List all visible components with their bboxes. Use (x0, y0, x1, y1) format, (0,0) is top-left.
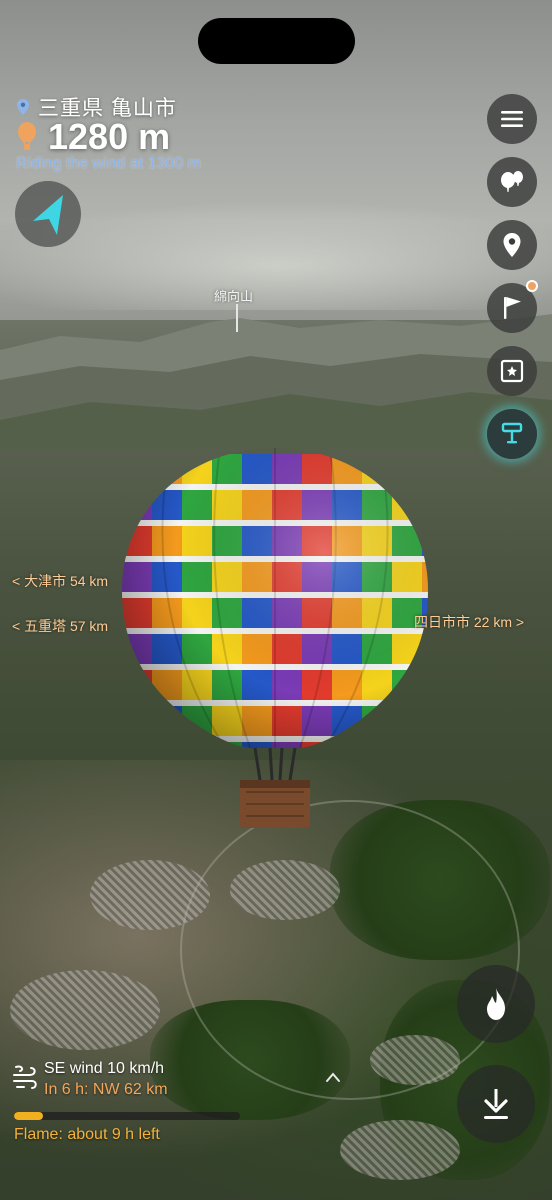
photo-frame-icon (500, 359, 524, 383)
camera-notch (198, 18, 355, 64)
location-button[interactable] (487, 220, 537, 270)
fuel-progress-bar (14, 1112, 240, 1120)
peak-label: 綿向山 (214, 289, 254, 304)
flame-remaining: Flame: about 9 h left (14, 1126, 160, 1143)
fuel-progress-fill (14, 1112, 44, 1120)
balloon-altitude-icon (18, 122, 36, 150)
mooring-button[interactable] (487, 409, 537, 459)
balloons-icon (501, 171, 523, 192)
cloud-haze (0, 200, 552, 310)
chevron-up-icon[interactable] (324, 1070, 342, 1084)
location-pin-icon (17, 99, 29, 115)
wind-current: SE wind 10 km/h (44, 1060, 165, 1077)
flame-icon (487, 988, 505, 1020)
compass-arrow-icon (33, 195, 63, 235)
altitude-row: 1280 m (16, 116, 170, 158)
descend-button[interactable] (457, 1065, 535, 1143)
wind-forecast: In 6 h: NW 62 km (44, 1081, 168, 1098)
balloons-button[interactable] (487, 157, 537, 207)
village (10, 970, 160, 1050)
village (340, 1120, 460, 1180)
direction-label-left[interactable]: < 大津市 54 km (12, 571, 108, 591)
notification-dot (526, 280, 538, 292)
riding-status: Riding the wind at 1300 m (16, 155, 201, 172)
map-pin-icon (503, 233, 521, 257)
wind-icon (13, 1065, 37, 1089)
burner-button[interactable] (457, 965, 535, 1043)
altitude-value: 1280 m (48, 116, 171, 157)
photo-button[interactable] (487, 346, 537, 396)
hamburger-menu-icon (501, 111, 523, 127)
peak-marker-line (236, 304, 238, 332)
compass-button[interactable] (15, 181, 81, 247)
direction-label-left[interactable]: < 五重塔 57 km (12, 616, 108, 636)
hot-air-balloon (122, 448, 428, 828)
menu-button[interactable] (487, 94, 537, 144)
flag-icon (504, 297, 521, 319)
road (180, 800, 520, 1100)
mooring-icon (501, 422, 523, 444)
download-arrow-icon (484, 1089, 508, 1119)
direction-label-right[interactable]: 四日市市 22 km > (414, 612, 524, 632)
